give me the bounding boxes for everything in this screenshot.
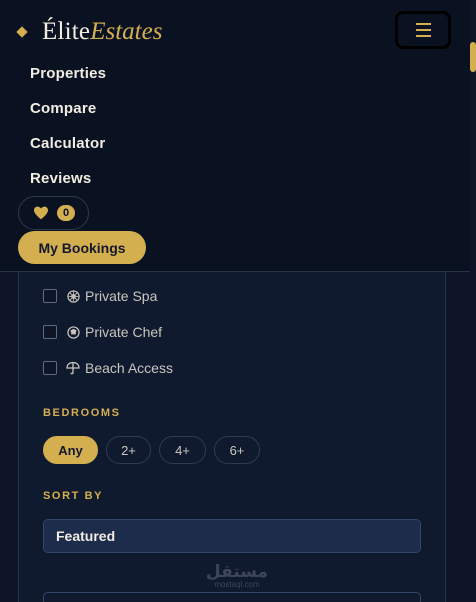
amenity-label: Private Spa <box>85 288 158 304</box>
brand-name-italic: Estates <box>90 18 163 45</box>
amenity-private-spa[interactable]: Private Spa <box>43 288 157 304</box>
sort-selected-value: Featured <box>56 528 116 544</box>
favorites-count-badge: 0 <box>57 205 75 221</box>
heart-icon <box>34 206 48 220</box>
umbrella-icon <box>65 360 81 376</box>
checkbox[interactable] <box>43 361 57 375</box>
nav-link-calculator[interactable]: Calculator <box>30 135 105 152</box>
spa-wheel-icon <box>65 288 81 304</box>
bedroom-option-any[interactable]: Any <box>43 436 98 464</box>
watermark-latin: mostaql.com <box>214 580 260 589</box>
bedroom-option-6-plus[interactable]: 6+ <box>214 436 260 464</box>
checkbox[interactable] <box>43 289 57 303</box>
brand-logo[interactable]: Élite Estates <box>16 16 163 48</box>
chef-icon <box>65 324 81 340</box>
favorites-button[interactable]: 0 <box>18 196 89 230</box>
amenity-beach-access[interactable]: Beach Access <box>43 360 173 376</box>
checkbox[interactable] <box>43 325 57 339</box>
bedroom-option-2-plus[interactable]: 2+ <box>106 436 151 464</box>
menu-toggle-button[interactable] <box>395 11 451 49</box>
nav-link-compare[interactable]: Compare <box>30 100 96 117</box>
top-navigation: Élite Estates Properties Compare Calculat… <box>0 0 470 272</box>
my-bookings-button[interactable]: My Bookings <box>18 231 146 264</box>
amenity-label: Beach Access <box>85 360 173 376</box>
sort-by-heading: SORT BY <box>43 490 104 502</box>
next-filter-field[interactable] <box>43 592 421 602</box>
amenity-private-chef[interactable]: Private Chef <box>43 324 162 340</box>
bedroom-option-4-plus[interactable]: 4+ <box>159 436 206 464</box>
brand-name-regular: Élite <box>42 18 91 45</box>
amenity-label: Private Chef <box>85 324 163 340</box>
watermark-arabic: مستقل <box>205 562 269 582</box>
nav-link-reviews[interactable]: Reviews <box>30 170 91 187</box>
bedrooms-heading: BEDROOMS <box>43 407 121 419</box>
sort-select[interactable]: Featured <box>43 519 421 553</box>
scrollbar-thumb[interactable] <box>470 42 476 72</box>
diamond-icon <box>16 26 28 38</box>
hamburger-icon <box>415 23 431 25</box>
watermark-logo: مستقل mostaql.com <box>205 562 269 589</box>
nav-link-properties[interactable]: Properties <box>30 65 106 82</box>
